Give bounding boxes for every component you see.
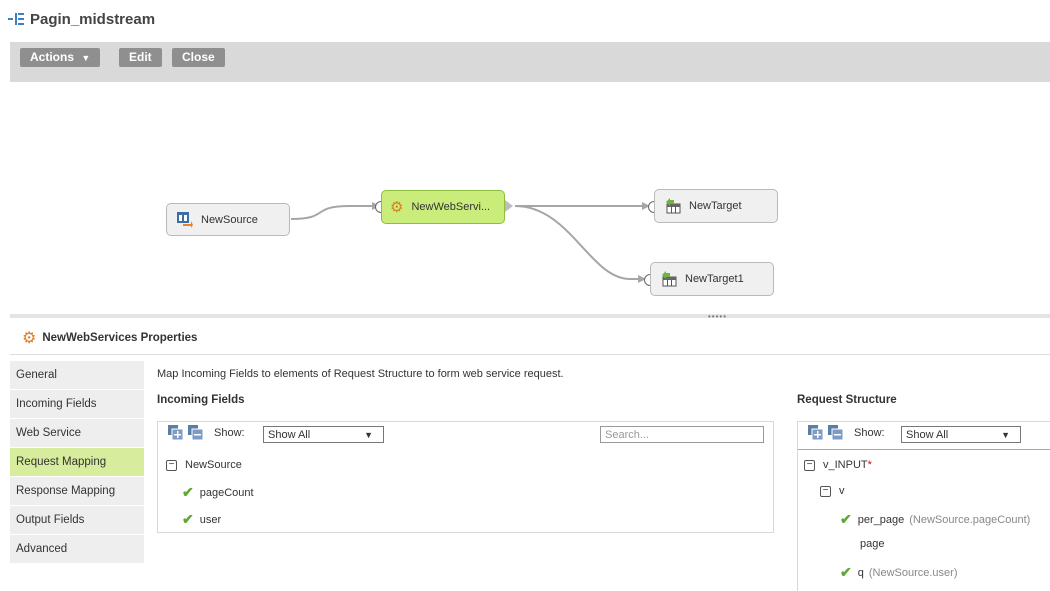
properties-tabs: General Incoming Fields Web Service Requ…	[10, 361, 144, 564]
collapse-node-icon[interactable]: −	[820, 485, 831, 497]
expand-all-icon[interactable]	[808, 425, 824, 443]
edit-button[interactable]: Edit	[119, 48, 162, 67]
incoming-fields-panel: Show: Show All ▼ Search... − NewSource ✔…	[157, 421, 774, 533]
request-field-q[interactable]: ✔ q (NewSource.user)	[840, 564, 958, 581]
tab-response-mapping[interactable]: Response Mapping	[10, 477, 144, 506]
splitter-grip-icon: •••••	[708, 312, 728, 321]
node-newtarget1[interactable]: NewTarget1	[650, 262, 774, 296]
field-pagecount[interactable]: ✔ pageCount	[182, 484, 254, 501]
panel-splitter[interactable]: •••••	[10, 312, 1050, 321]
show-filter-select[interactable]: Show All ▼	[263, 426, 384, 443]
tree-node-v-input[interactable]: − v_INPUT *	[804, 459, 872, 471]
node-label: NewSource	[201, 213, 258, 226]
request-structure-panel: Show: Show All ▼ − v_INPUT * − v ✔ per_pa…	[797, 421, 1050, 591]
expand-all-icon[interactable]	[168, 425, 184, 443]
show-filter-value: Show All	[906, 429, 949, 441]
caret-down-icon: ▼	[81, 53, 91, 63]
check-icon: ✔	[182, 511, 194, 527]
properties-header: ⚙ NewWebServices Properties	[10, 322, 1050, 355]
collapse-node-icon[interactable]: −	[804, 459, 815, 471]
field-user[interactable]: ✔ user	[182, 511, 221, 528]
request-structure-heading: Request Structure	[797, 394, 897, 406]
actions-label: Actions	[30, 50, 75, 64]
mapping-canvas[interactable]: NewSource ⚙ NewWebServi... NewTarget New…	[10, 82, 1050, 314]
output-port-arrow	[505, 200, 513, 212]
gear-icon: ⚙	[22, 330, 37, 347]
node-label: NewTarget1	[685, 273, 744, 285]
node-label: NewTarget	[689, 200, 742, 212]
required-marker: *	[867, 459, 872, 471]
close-button[interactable]: Close	[172, 48, 225, 67]
node-newsource[interactable]: NewSource	[166, 203, 290, 236]
show-label: Show:	[214, 427, 245, 439]
tree-node-label: v_INPUT	[823, 459, 868, 471]
field-mapping: (NewSource.user)	[868, 566, 958, 579]
target-icon	[666, 198, 681, 214]
tab-advanced[interactable]: Advanced	[10, 535, 144, 564]
field-label: page	[860, 538, 885, 550]
tree-border	[798, 449, 1050, 450]
page-title-bar: Pagin_midstream	[8, 8, 155, 30]
field-label: per_page	[857, 513, 905, 526]
tab-request-mapping[interactable]: Request Mapping	[10, 448, 144, 477]
properties-title: NewWebServices Properties	[42, 332, 198, 344]
source-icon	[177, 211, 193, 228]
tab-incoming-fields[interactable]: Incoming Fields	[10, 390, 144, 419]
caret-down-icon: ▼	[364, 430, 373, 440]
show-filter-value: Show All	[268, 429, 311, 441]
field-label: pageCount	[199, 486, 254, 499]
gear-icon: ⚙	[390, 199, 404, 216]
tree-node-label: v	[839, 485, 845, 497]
field-label: q	[857, 566, 864, 579]
search-input[interactable]: Search...	[600, 426, 764, 443]
connection-links	[290, 202, 650, 283]
node-label: NewWebServi...	[411, 201, 491, 213]
collapse-all-icon[interactable]	[188, 425, 204, 443]
actions-button[interactable]: Actions ▼	[20, 48, 101, 67]
page-title: Pagin_midstream	[30, 10, 156, 28]
tab-output-fields[interactable]: Output Fields	[10, 506, 144, 535]
target-icon	[662, 271, 677, 287]
tab-web-service[interactable]: Web Service	[10, 419, 144, 448]
toolbar: Actions ▼ Edit Close	[10, 42, 1050, 82]
tree-node-newsource[interactable]: − NewSource	[166, 459, 242, 471]
mapping-instruction: Map Incoming Fields to elements of Reque…	[157, 368, 564, 380]
request-field-per-page[interactable]: ✔ per_page (NewSource.pageCount)	[840, 511, 1030, 528]
incoming-fields-heading: Incoming Fields	[157, 394, 245, 406]
node-newtarget[interactable]: NewTarget	[654, 189, 778, 223]
show-label: Show:	[854, 427, 885, 439]
field-label: user	[199, 513, 222, 526]
field-mapping: (NewSource.pageCount)	[909, 513, 1031, 526]
request-field-page[interactable]: page	[860, 538, 884, 550]
tab-general[interactable]: General	[10, 361, 144, 390]
collapse-node-icon[interactable]: −	[166, 459, 177, 471]
tree-node-label: NewSource	[185, 459, 242, 471]
show-filter-select[interactable]: Show All ▼	[901, 426, 1021, 443]
node-newwebservice[interactable]: ⚙ NewWebServi...	[381, 190, 505, 224]
check-icon: ✔	[840, 511, 852, 527]
check-icon: ✔	[840, 564, 852, 580]
tree-node-v[interactable]: − v	[820, 485, 845, 497]
caret-down-icon: ▼	[1001, 430, 1010, 440]
mapping-icon	[8, 13, 24, 25]
collapse-all-icon[interactable]	[828, 425, 844, 443]
check-icon: ✔	[182, 484, 194, 500]
